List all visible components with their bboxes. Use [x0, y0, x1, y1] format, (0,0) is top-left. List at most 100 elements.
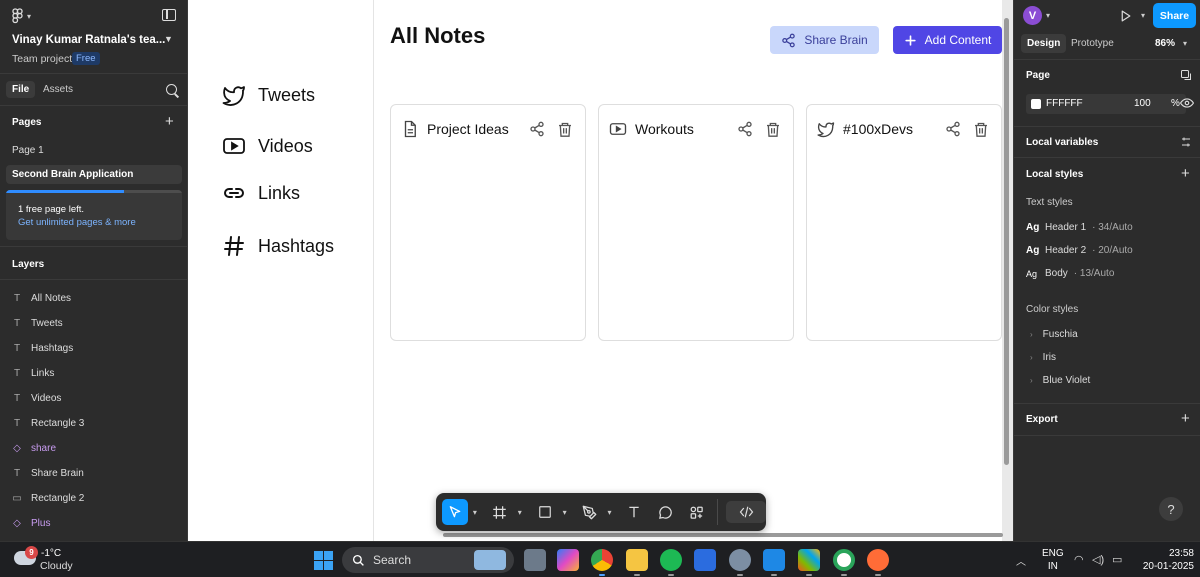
share-icon[interactable]: [737, 121, 753, 137]
copilot-icon[interactable]: [557, 549, 579, 571]
tab-prototype[interactable]: Prototype: [1071, 38, 1114, 49]
layer-item[interactable]: T Tweets: [12, 316, 63, 330]
layer-item[interactable]: T Rectangle 3: [12, 416, 84, 430]
language-indicator[interactable]: ENG IN: [1042, 547, 1064, 573]
variables-icon[interactable]: [1180, 135, 1192, 149]
add-content-button[interactable]: Add Content: [893, 26, 1002, 54]
git-app-icon[interactable]: [798, 549, 820, 571]
color-style-fuschia[interactable]: › Fuschia: [1030, 329, 1078, 340]
trash-icon[interactable]: [973, 121, 989, 138]
chevron-down-icon[interactable]: ▾: [1141, 11, 1145, 20]
task-view-icon[interactable]: [524, 549, 546, 571]
wifi-icon[interactable]: ◠: [1074, 553, 1084, 566]
volume-icon[interactable]: ◁): [1092, 553, 1104, 566]
chevron-right-icon[interactable]: ›: [1030, 330, 1033, 339]
vertical-scrollbar[interactable]: [1004, 18, 1009, 465]
nav-item-tweets[interactable]: Tweets: [222, 83, 315, 107]
play-icon[interactable]: [1119, 9, 1132, 23]
chevron-up-icon[interactable]: ︿: [1016, 553, 1026, 568]
layer-item[interactable]: T All Notes: [12, 291, 71, 305]
chevron-down-icon[interactable]: ▾: [558, 508, 572, 517]
add-style-plus-icon[interactable]: +: [1181, 166, 1190, 181]
frame-tool-button[interactable]: [487, 499, 513, 525]
todo-icon[interactable]: [694, 549, 716, 571]
share-brain-button[interactable]: Share Brain: [770, 26, 879, 54]
settings-icon[interactable]: [729, 549, 751, 571]
share-icon[interactable]: [945, 121, 961, 137]
chevron-right-icon[interactable]: ›: [1030, 353, 1033, 362]
design-canvas[interactable]: Tweets Videos Links Hashtags All Notes S…: [188, 0, 1013, 541]
layer-item[interactable]: ◇ share: [12, 441, 56, 455]
tab-file[interactable]: File: [6, 81, 36, 98]
page-item-second-brain[interactable]: Second Brain Application: [6, 165, 182, 184]
layer-item[interactable]: T Hashtags: [12, 341, 73, 355]
nav-item-videos[interactable]: Videos: [222, 134, 313, 158]
page-color-field[interactable]: FFFFFF 100 %: [1026, 94, 1186, 114]
trash-icon[interactable]: [557, 121, 573, 138]
chevron-down-icon[interactable]: ▾: [468, 508, 482, 517]
pen-tool-button[interactable]: [577, 499, 603, 525]
rectangle-tool-button[interactable]: [532, 499, 558, 525]
note-card-100xdevs[interactable]: #100xDevs: [806, 104, 1002, 341]
nav-item-links[interactable]: Links: [222, 181, 300, 205]
layer-item[interactable]: T Videos: [12, 391, 61, 405]
add-export-plus-icon[interactable]: +: [1181, 411, 1190, 426]
eye-icon[interactable]: [1180, 97, 1194, 109]
text-style-header-1[interactable]: Ag Header 1 · 34/Auto: [1026, 222, 1133, 233]
chevron-down-icon[interactable]: ▾: [513, 508, 527, 517]
layer-item[interactable]: T Links: [12, 366, 54, 380]
help-button[interactable]: ?: [1159, 497, 1183, 521]
local-variables-title[interactable]: Local variables: [1026, 137, 1098, 148]
zoom-level[interactable]: 86%: [1155, 38, 1175, 49]
text-style-body[interactable]: Ag Body · 13/Auto: [1026, 268, 1114, 279]
color-style-blue-violet[interactable]: › Blue Violet: [1030, 375, 1090, 386]
color-swatch[interactable]: [1031, 99, 1041, 109]
system-clock[interactable]: 23:58 20-01-2025: [1132, 547, 1194, 573]
frame-second-brain[interactable]: Tweets Videos Links Hashtags All Notes S…: [188, 0, 1002, 541]
taskbar-search[interactable]: Search: [342, 547, 514, 573]
share-button[interactable]: Share: [1153, 3, 1196, 28]
text-tool-button[interactable]: [621, 499, 647, 525]
move-tool-button[interactable]: [442, 499, 468, 525]
weather-widget[interactable]: 9 -1°C Cloudy: [14, 546, 134, 574]
chevron-down-icon[interactable]: ▾: [603, 508, 617, 517]
dev-mode-toggle[interactable]: [726, 501, 767, 523]
text-style-header-2[interactable]: Ag Header 2 · 20/Auto: [1026, 245, 1133, 256]
spotify-icon[interactable]: [660, 549, 682, 571]
layer-item[interactable]: ▭ Rectangle 2: [12, 491, 84, 505]
windows-start-icon[interactable]: [314, 551, 333, 570]
postman-icon[interactable]: [867, 549, 889, 571]
page-color-hex[interactable]: FFFFFF: [1046, 98, 1083, 109]
share-icon[interactable]: [529, 121, 545, 137]
vscode-icon[interactable]: [763, 549, 785, 571]
layer-item[interactable]: T Share Brain: [12, 466, 84, 480]
trash-icon[interactable]: [765, 121, 781, 138]
mongodb-icon[interactable]: [833, 549, 855, 571]
chevron-down-icon[interactable]: ▼: [164, 34, 173, 44]
battery-icon[interactable]: ▭: [1112, 553, 1122, 566]
layer-item[interactable]: ◇ Plus: [12, 516, 50, 530]
chevron-right-icon[interactable]: ›: [1030, 376, 1033, 385]
note-card-project-ideas[interactable]: Project Ideas: [390, 104, 586, 341]
nav-item-hashtags[interactable]: Hashtags: [222, 234, 334, 258]
main-menu-button[interactable]: ▾: [12, 8, 42, 24]
note-card-workouts[interactable]: Workouts: [598, 104, 794, 341]
chevron-down-icon[interactable]: ▾: [1046, 11, 1050, 20]
chrome-icon[interactable]: [591, 549, 613, 571]
resources-tool-button[interactable]: [683, 499, 709, 525]
file-explorer-icon[interactable]: [626, 549, 648, 571]
page-item-page-1[interactable]: Page 1: [12, 145, 44, 156]
tab-assets[interactable]: Assets: [43, 84, 73, 95]
toggle-sidebar-icon[interactable]: [162, 9, 176, 21]
comment-tool-button[interactable]: [652, 499, 678, 525]
upsell-link[interactable]: Get unlimited pages & more: [18, 217, 136, 228]
color-style-iris[interactable]: › Iris: [1030, 352, 1056, 363]
styles-icon[interactable]: [1180, 69, 1192, 81]
search-icon[interactable]: [166, 84, 177, 95]
team-name[interactable]: Vinay Kumar Ratnala's tea...: [12, 34, 165, 46]
chevron-down-icon[interactable]: ▾: [1183, 39, 1187, 48]
avatar[interactable]: V: [1023, 6, 1042, 25]
tab-design[interactable]: Design: [1021, 34, 1067, 53]
add-page-plus-icon[interactable]: +: [165, 114, 174, 129]
horizontal-scrollbar[interactable]: [443, 533, 1003, 537]
